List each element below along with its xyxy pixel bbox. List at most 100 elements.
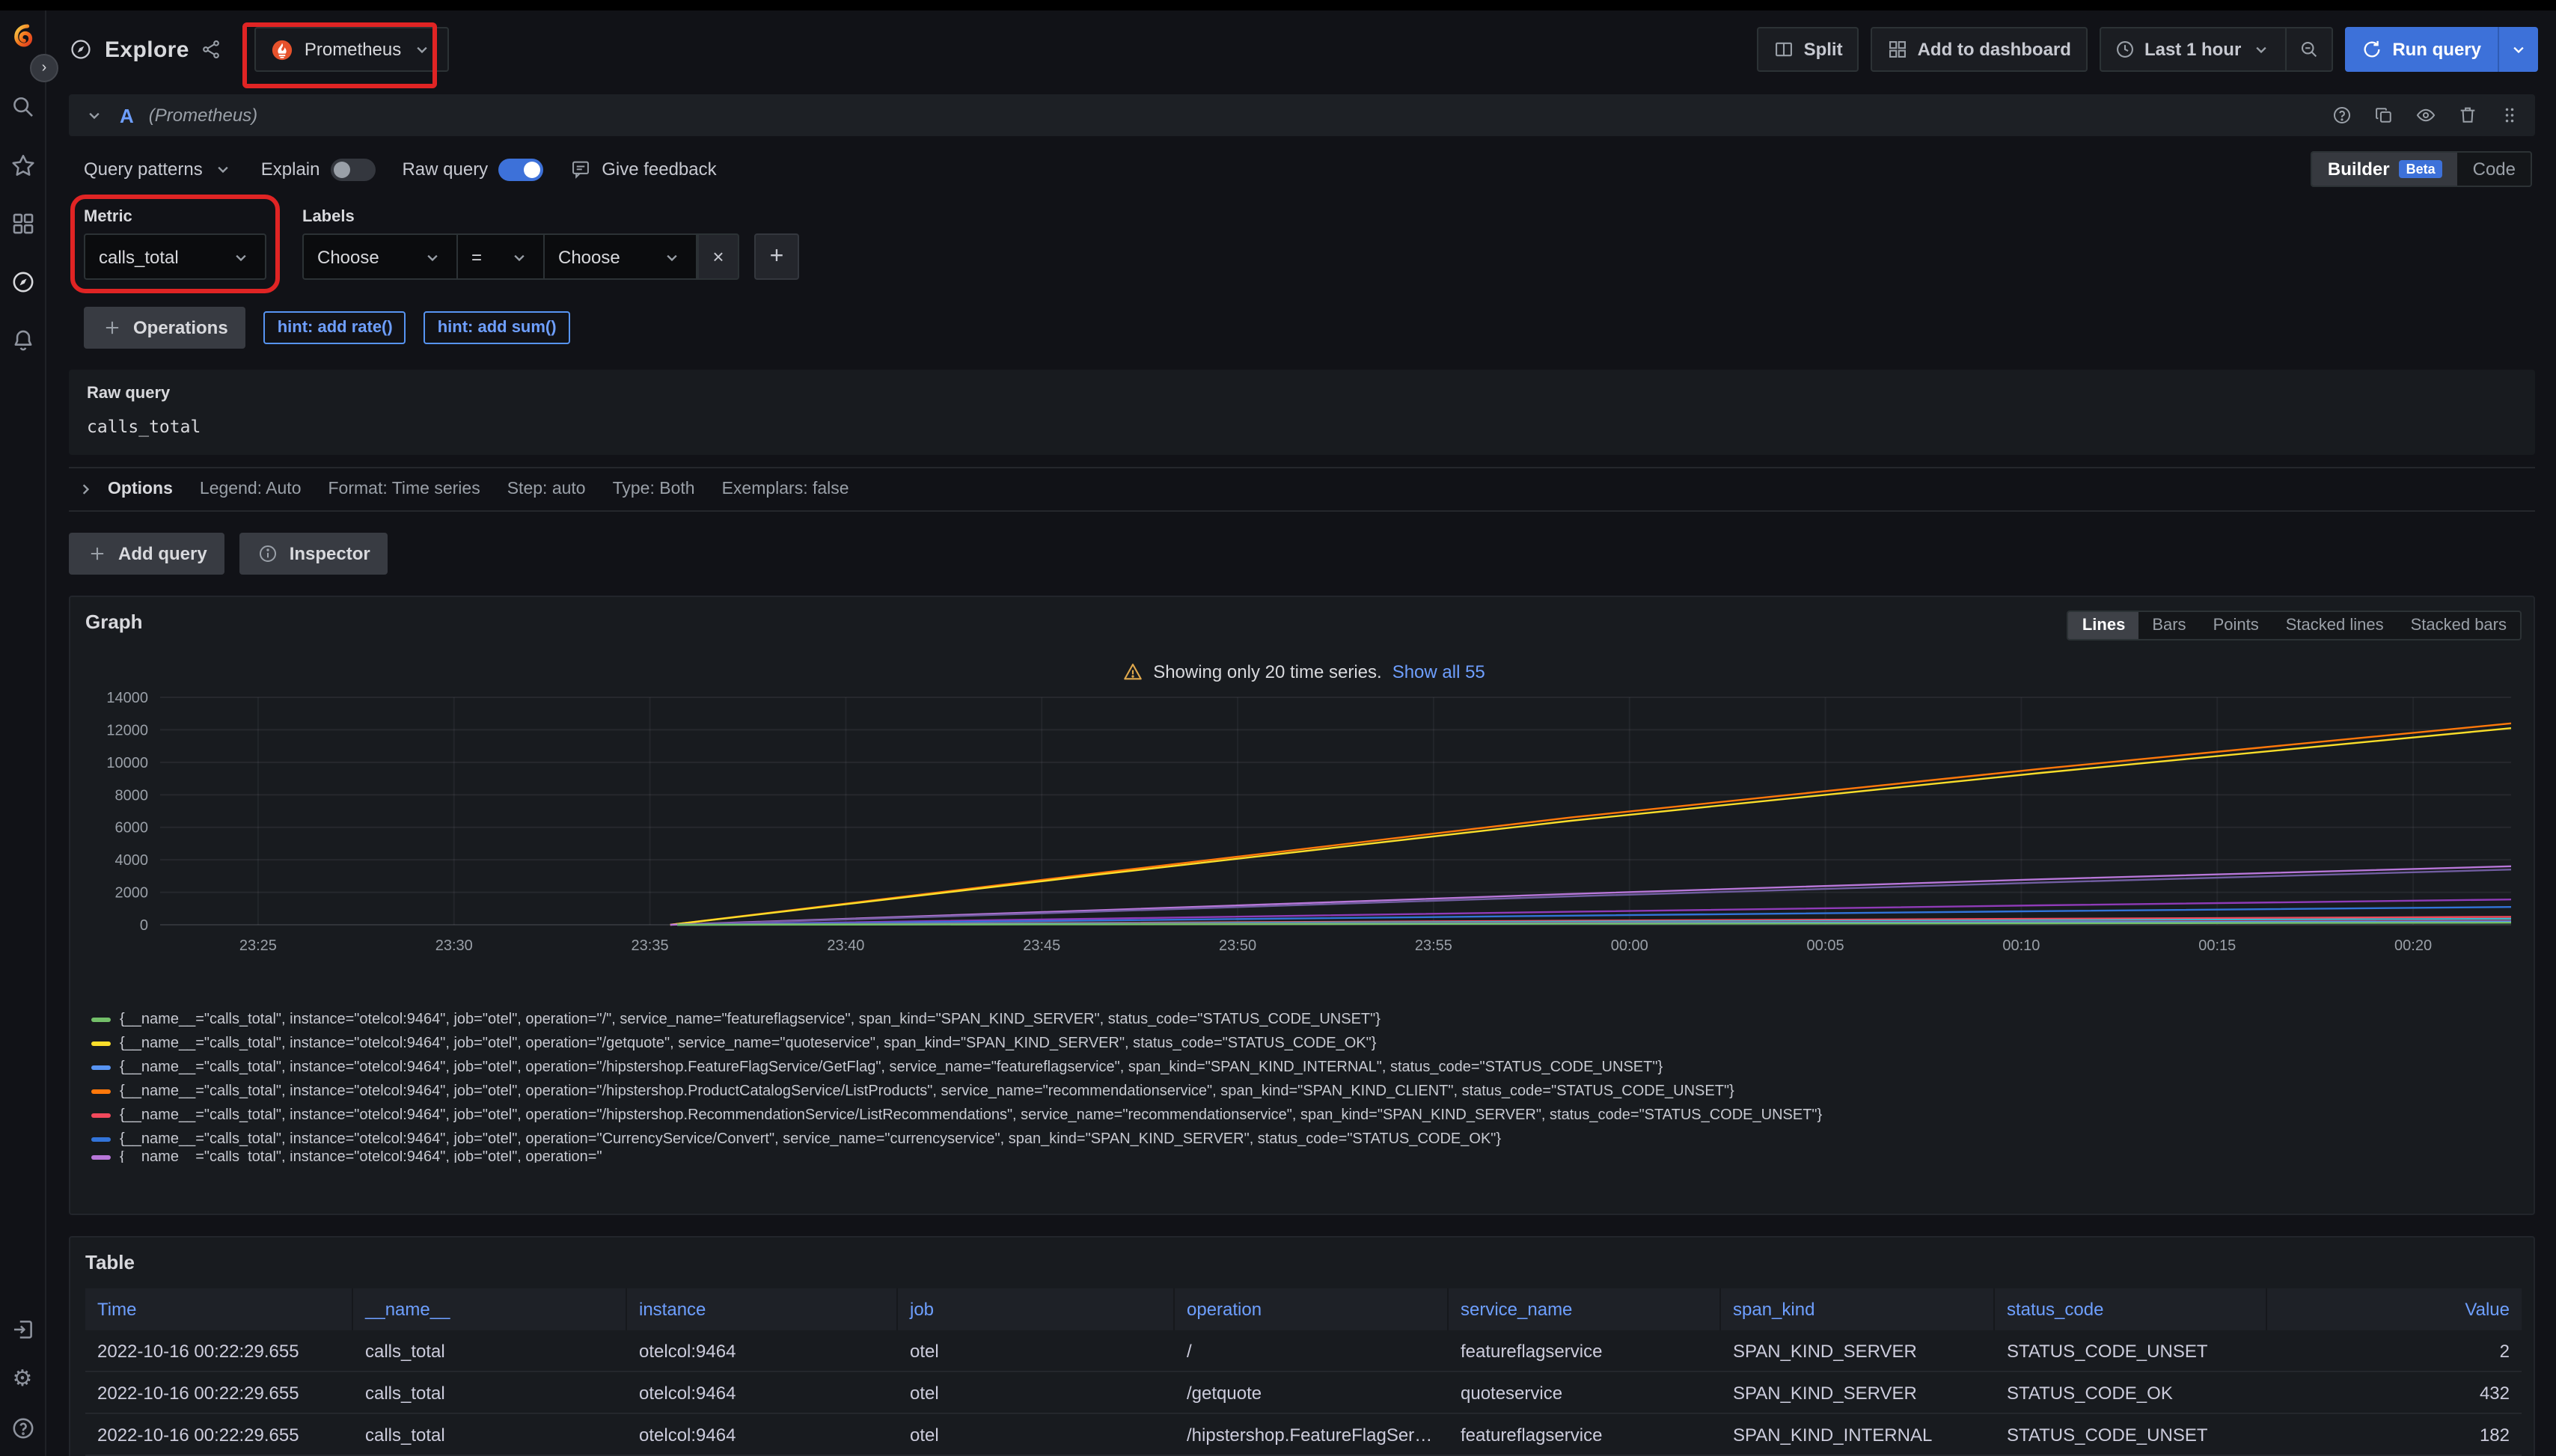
raw-query-text: calls_total <box>87 416 2517 437</box>
drag-handle-icon[interactable] <box>2499 105 2520 126</box>
query-help-icon[interactable] <box>2332 105 2352 126</box>
split-button[interactable]: Split <box>1758 27 1859 72</box>
graph-mode-points[interactable]: Points <box>2200 612 2272 639</box>
share-icon[interactable] <box>201 39 222 60</box>
table-cell: otel <box>898 1414 1175 1455</box>
metric-select[interactable]: calls_total <box>84 233 266 280</box>
explain-switch[interactable] <box>330 158 375 180</box>
add-operation-button[interactable]: Operations <box>84 307 246 349</box>
raw-query-preview: Raw query calls_total <box>69 370 2535 455</box>
starred-icon[interactable] <box>10 153 35 178</box>
graph-svg[interactable]: 0200040006000800010000120001400023:2523:… <box>85 682 2532 994</box>
raw-query-switch[interactable] <box>498 158 543 180</box>
table-cell: 2 <box>2267 1330 2522 1371</box>
dashboards-icon[interactable] <box>10 211 35 236</box>
graph-mode-stacked-bars[interactable]: Stacked bars <box>2397 612 2520 639</box>
collapse-chevron-icon[interactable] <box>84 105 105 126</box>
datasource-name: Prometheus <box>305 39 401 60</box>
annotation-box-metric: Metric calls_total <box>84 208 266 280</box>
hide-response-eye-icon[interactable] <box>2415 105 2436 126</box>
option-exemplars: Exemplars: false <box>722 480 849 498</box>
legend-swatch <box>91 1017 111 1021</box>
x-axis-tick-label: 23:50 <box>1219 937 1256 954</box>
y-axis-tick-label: 10000 <box>106 755 148 771</box>
raw-query-title: Raw query <box>87 385 2517 403</box>
column-header-job[interactable]: job <box>898 1288 1175 1330</box>
legend-item[interactable]: {__name__="calls_total", instance="otelc… <box>91 1151 2522 1163</box>
time-range-value[interactable]: Last 1 hour <box>2101 28 2284 70</box>
add-to-dashboard-button[interactable]: Add to dashboard <box>1871 27 2088 72</box>
query-row-header[interactable]: A (Prometheus) <box>69 94 2535 136</box>
column-header-__name__[interactable]: __name__ <box>353 1288 627 1330</box>
split-columns-icon <box>1774 39 1795 60</box>
option-legend: Legend: Auto <box>200 480 302 498</box>
column-header-instance[interactable]: instance <box>627 1288 898 1330</box>
duplicate-query-icon[interactable] <box>2373 105 2394 126</box>
settings-gear-icon[interactable]: ⚙ <box>13 1366 33 1392</box>
time-range-picker[interactable]: Last 1 hour <box>2100 27 2332 72</box>
graph-mode-bars[interactable]: Bars <box>2138 612 2199 639</box>
labels-field: Labels Choose = Cho <box>302 208 799 280</box>
legend-item[interactable]: {__name__="calls_total", instance="otelc… <box>91 1127 2522 1151</box>
table-cell: STATUS_CODE_UNSET <box>1995 1414 2267 1455</box>
table-cell: /hipstershop.FeatureFlagServi… <box>1175 1414 1449 1455</box>
query-ref-id: A <box>120 104 134 126</box>
label-operator-select[interactable]: = <box>456 233 543 280</box>
label-name-select[interactable]: Choose <box>302 233 456 280</box>
x-axis-tick-label: 23:45 <box>1023 937 1060 954</box>
column-header-service_name[interactable]: service_name <box>1449 1288 1721 1330</box>
remove-query-trash-icon[interactable] <box>2457 105 2478 126</box>
sidebar-expand-button[interactable]: › <box>30 54 58 82</box>
column-header-status_code[interactable]: status_code <box>1995 1288 2267 1330</box>
hint-add-sum-button[interactable]: hint: add sum() <box>424 311 570 344</box>
inspector-button[interactable]: Inspector <box>240 533 388 575</box>
add-query-button[interactable]: Add query <box>69 533 225 575</box>
help-icon[interactable] <box>10 1416 35 1441</box>
column-header-span_kind[interactable]: span_kind <box>1721 1288 1995 1330</box>
explore-compass-icon[interactable] <box>10 269 35 295</box>
run-query-button[interactable]: Run query <box>2344 27 2538 72</box>
legend-item[interactable]: {__name__="calls_total", instance="otelc… <box>91 1103 2522 1127</box>
legend-item[interactable]: {__name__="calls_total", instance="otelc… <box>91 1031 2522 1055</box>
sign-in-icon[interactable] <box>10 1317 35 1342</box>
label-filter-group: Choose = Choose × <box>302 233 739 280</box>
label-value-select[interactable]: Choose <box>543 233 697 280</box>
table-cell: 2022-10-16 00:22:29.655 <box>85 1372 353 1413</box>
search-icon[interactable] <box>10 94 35 120</box>
column-header-time[interactable]: Time <box>85 1288 353 1330</box>
raw-query-toggle[interactable]: Raw query <box>402 158 543 180</box>
column-header-operation[interactable]: operation <box>1175 1288 1449 1330</box>
table-cell: quoteservice <box>1449 1372 1721 1413</box>
legend-swatch <box>91 1154 111 1159</box>
datasource-picker[interactable]: Prometheus <box>255 27 449 72</box>
time-zoom-out-button[interactable] <box>2284 28 2331 70</box>
table-row: 2022-10-16 00:22:29.655calls_totalotelco… <box>85 1330 2522 1372</box>
give-feedback-link[interactable]: Give feedback <box>570 159 716 180</box>
options-collapse[interactable]: Options <box>75 479 173 500</box>
legend-item[interactable]: {__name__="calls_total", instance="otelc… <box>91 1079 2522 1103</box>
info-circle-icon <box>258 543 279 564</box>
hint-add-rate-button[interactable]: hint: add rate() <box>264 311 406 344</box>
grafana-logo-icon[interactable] <box>7 22 37 52</box>
show-all-series-link[interactable]: Show all 55 <box>1392 661 1485 682</box>
table-cell: SPAN_KIND_SERVER <box>1721 1330 1995 1371</box>
option-step: Step: auto <box>507 480 586 498</box>
remove-label-filter-button[interactable]: × <box>697 233 739 280</box>
explain-toggle[interactable]: Explain <box>261 158 376 180</box>
legend-label: {__name__="calls_total", instance="otelc… <box>120 1011 1381 1027</box>
y-axis-tick-label: 14000 <box>106 690 148 706</box>
column-header-value[interactable]: Value <box>2267 1288 2522 1330</box>
legend-item[interactable]: {__name__="calls_total", instance="otelc… <box>91 1055 2522 1079</box>
tab-code[interactable]: Code <box>2458 153 2531 186</box>
add-label-filter-button[interactable]: + <box>754 233 799 280</box>
run-query-dropdown[interactable] <box>2498 27 2538 72</box>
table-cell: otelcol:9464 <box>627 1330 898 1371</box>
query-patterns-dropdown[interactable]: Query patterns <box>84 159 234 180</box>
tab-builder[interactable]: Builder Beta <box>2313 153 2458 186</box>
alerting-bell-icon[interactable] <box>10 328 35 353</box>
legend-item[interactable]: {__name__="calls_total", instance="otelc… <box>91 1007 2522 1031</box>
graph-mode-stacked-lines[interactable]: Stacked lines <box>2272 612 2397 639</box>
editor-mode-tabs: Builder Beta Code <box>2311 151 2532 187</box>
feedback-comment-icon <box>570 159 591 180</box>
graph-mode-lines[interactable]: Lines <box>2069 612 2138 639</box>
